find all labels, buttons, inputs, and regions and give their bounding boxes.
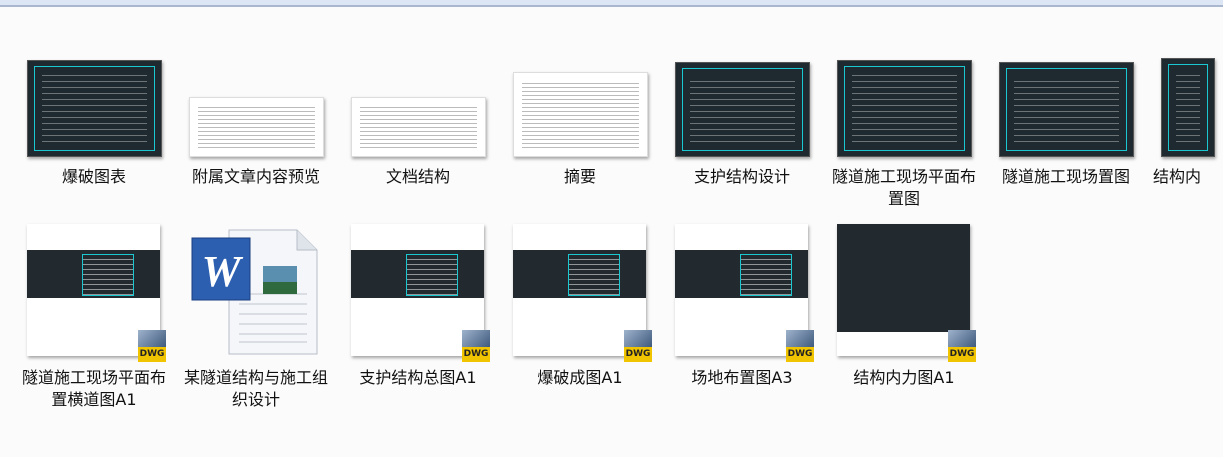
dwg-thumbnail: DWG <box>351 224 490 362</box>
cad-thumbnail <box>27 60 162 157</box>
file-name-label: 支护结构总图A1 <box>359 368 477 387</box>
dwg-badge-text: DWG <box>462 347 490 362</box>
dwg-file-icon: DWG <box>138 330 170 364</box>
file-name-label: 场地布置图A3 <box>691 368 793 387</box>
dwg-badge-text: DWG <box>948 347 976 362</box>
file-name-label: 支护结构设计 <box>693 167 790 186</box>
drawing-sheet <box>740 254 792 296</box>
cad-thumbnail <box>999 62 1134 157</box>
file-name-label: 爆破成图A1 <box>537 368 623 387</box>
file-name-label: 摘要 <box>563 167 596 186</box>
document-thumbnail <box>351 97 486 157</box>
cad-thumbnail <box>837 60 972 157</box>
file-name-label: 隧道施工现场平面布置图 <box>831 167 976 208</box>
window-top-border <box>0 0 1223 7</box>
file-name-label: 隧道施工现场置图 <box>1001 167 1130 186</box>
dwg-file-icon: DWG <box>786 330 818 364</box>
drawing-sheet <box>82 254 134 296</box>
file-name-label: 爆破图表 <box>61 167 126 186</box>
document-thumbnail <box>513 72 648 157</box>
file-name-label: 隧道施工现场平面布置横道图A1 <box>21 368 166 409</box>
dwg-badge-text: DWG <box>624 347 652 362</box>
dwg-badge-text: DWG <box>786 347 814 362</box>
word-document-icon: W <box>189 224 322 356</box>
drawing-sheet <box>406 254 458 296</box>
drawing-sheet <box>568 254 620 296</box>
svg-text:W: W <box>201 247 243 296</box>
cad-thumbnail <box>1161 58 1215 157</box>
file-name-label: 某隧道结构与施工组织设计 <box>183 368 328 409</box>
dwg-file-icon: DWG <box>624 330 656 364</box>
file-name-label: 结构内力图A1 <box>853 368 955 387</box>
dwg-thumbnail: DWG <box>27 224 166 362</box>
drawing-preview <box>837 224 970 332</box>
file-name-label: 附属文章内容预览 <box>191 167 320 186</box>
dwg-thumbnail: DWG <box>513 224 652 362</box>
dwg-thumbnail: DWG <box>675 224 814 362</box>
dwg-thumbnail: DWG <box>837 224 976 362</box>
dwg-file-icon: DWG <box>462 330 494 364</box>
file-name-label: 文档结构 <box>385 167 450 186</box>
dwg-badge-text: DWG <box>138 347 166 362</box>
file-name-label: 结构内 <box>1153 167 1202 186</box>
document-thumbnail <box>189 97 324 157</box>
dwg-file-icon: DWG <box>948 330 980 364</box>
cad-thumbnail <box>675 62 810 157</box>
